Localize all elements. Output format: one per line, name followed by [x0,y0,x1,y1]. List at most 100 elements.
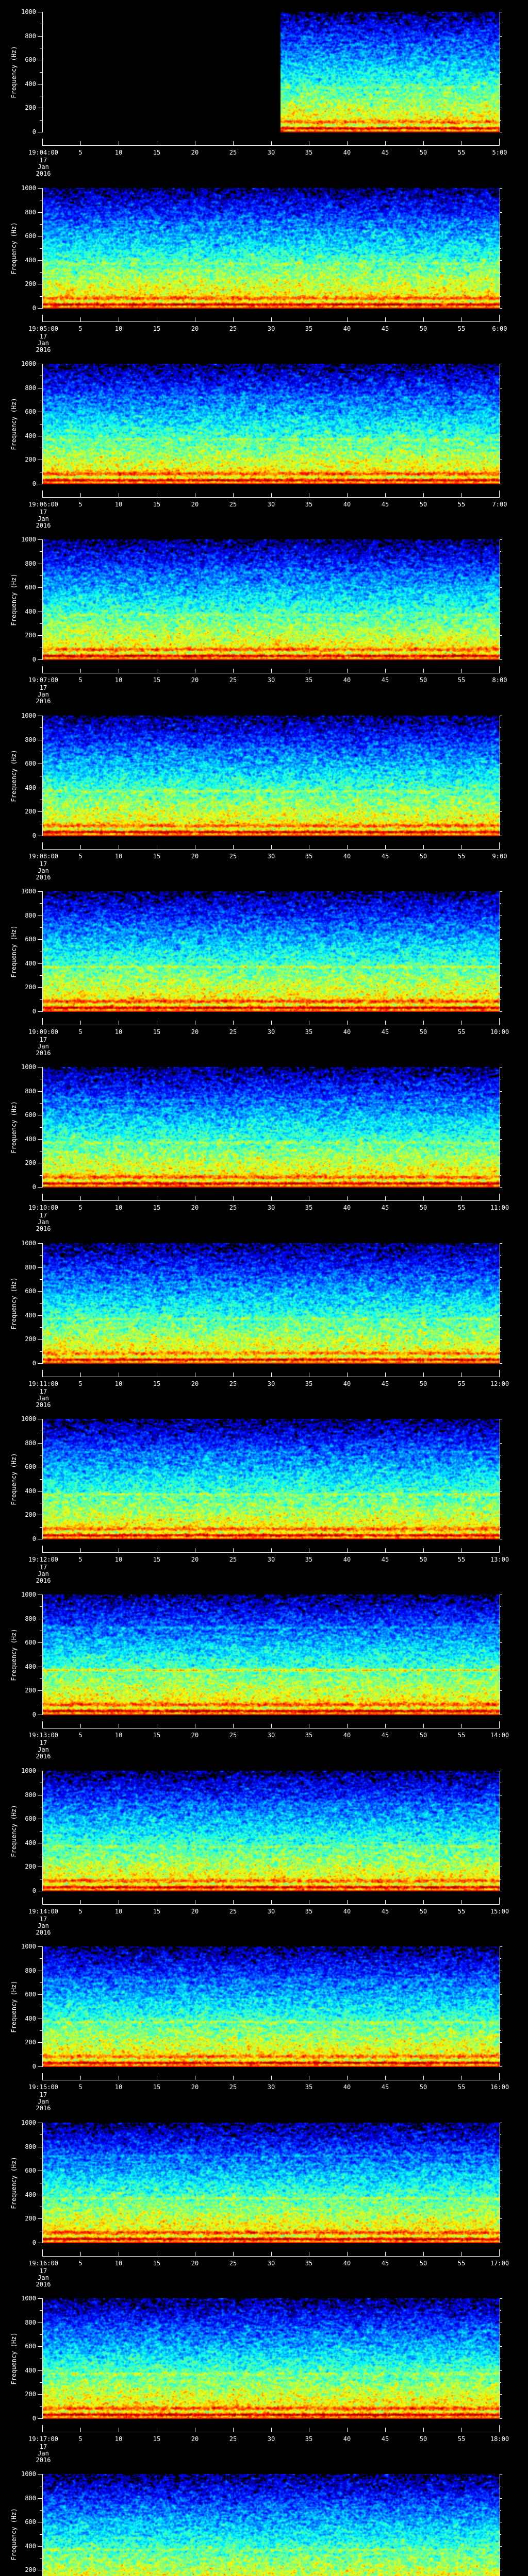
right-y-tick [500,2370,502,2371]
y-tick-label: 600 [0,57,36,63]
y-minor-tick [40,2406,42,2407]
right-y-tick [500,1443,502,1444]
y-tick [38,1011,42,1012]
y-tick-label: 200 [0,808,36,815]
x-tick-label: 30 [268,2084,275,2091]
spectrogram-heatmap-canvas [42,1946,500,2067]
x-tick-label: 30 [268,326,275,332]
y-tick [38,2498,42,2499]
y-minor-tick [40,903,42,904]
x-tick [347,1372,348,1377]
x-tick-label: 40 [343,2084,351,2091]
x-tick-label: 5 [78,2260,82,2267]
x-start-time-label: 19:17:00 [28,2436,58,2443]
right-y-tick [500,308,502,309]
x-axis-endcap [42,1897,43,1904]
right-y-tick [500,1243,502,1244]
spectrogram-heatmap-canvas [42,188,500,309]
x-axis-endcap [42,1370,43,1377]
x-tick-label: 25 [229,2084,237,2091]
right-y-minor-tick [500,2310,501,2311]
y-minor-tick [40,2534,42,2535]
x-tick-label: 25 [229,2436,237,2443]
x-tick-label: 25 [229,501,237,508]
x-tick-label: 20 [191,853,199,860]
x-tick-label: 15 [153,149,160,156]
y-tick-label: 600 [0,2343,36,2349]
x-tick [461,2076,462,2080]
right-y-minor-tick [500,1103,501,1104]
right-y-minor-tick [500,1127,501,1128]
x-axis-endcap [499,2073,500,2080]
x-axis-endcap [42,2425,43,2432]
x-tick [461,1724,462,1728]
y-tick-label: 400 [0,2367,36,2374]
date-line: 2016 [36,1402,51,1409]
y-tick-label: 200 [0,2215,36,2222]
x-axis-endcap [499,1546,500,1552]
x-tick-label: 40 [343,1556,351,1563]
y-tick [38,2298,42,2299]
y-tick-label: 800 [0,1968,36,1974]
spectrogram-panel: Frequency (Hz)02004006008001000510152025… [0,364,528,539]
y-axis-line [42,1067,43,1188]
right-y-tick [500,1291,502,1292]
x-tick [271,1196,272,1200]
x-tick-label: 50 [420,501,427,508]
x-axis-endcap [499,842,500,849]
x-tick [461,1372,462,1377]
x-tick [385,1021,386,1025]
y-tick-label: 800 [0,1616,36,1622]
x-tick-label: 20 [191,326,199,332]
x-end-time-label: 10:00 [490,1029,509,1036]
x-tick-label: 40 [343,853,351,860]
x-axis-endcap [42,1721,43,1728]
y-tick-label: 200 [0,1512,36,1518]
date-line: 2016 [36,2281,51,2288]
x-tick-label: 15 [153,326,160,332]
x-tick [423,2076,424,2080]
y-tick [38,2418,42,2419]
right-y-tick [500,2218,502,2219]
right-y-tick [500,2298,502,2299]
y-tick [38,963,42,964]
y-tick-label: 400 [0,257,36,263]
x-tick-label: 10 [115,1908,122,1915]
date-line: 2016 [36,2105,51,2112]
x-tick-label: 45 [382,1732,389,1739]
spectrogram-plot-area [42,2474,500,2576]
right-y-minor-tick [500,1831,501,1832]
x-end-time-label: 14:00 [490,1732,509,1739]
y-minor-tick [40,623,42,624]
x-tick-label: 40 [343,1908,351,1915]
x-tick-label: 25 [229,677,237,684]
y-tick-label: 800 [0,2144,36,2150]
y-tick-label: 600 [0,1464,36,1470]
x-tick [233,2076,234,2080]
x-tick [233,493,234,497]
x-tick-label: 25 [229,1029,237,1036]
right-y-tick [500,1315,502,1316]
x-tick-label: 30 [268,1732,275,1739]
x-tick [385,1548,386,1552]
right-y-minor-tick [500,424,501,425]
right-y-minor-tick [500,2134,501,2135]
x-tick [347,1548,348,1552]
y-tick-label: 0 [0,129,36,135]
spectrogram-plot-area [42,1595,500,1715]
y-tick [38,260,42,261]
right-y-minor-tick [500,999,501,1000]
right-y-tick [500,188,502,189]
x-tick-label: 30 [268,1205,275,1211]
x-tick-label: 35 [305,326,312,332]
x-tick-label: 50 [420,326,427,332]
spectrogram-figure: Frequency (Hz)02004006008001000510152025… [0,0,528,2576]
y-tick [38,1267,42,1268]
x-tick [347,2252,348,2256]
x-tick [233,1196,234,1200]
x-tick-label: 5 [78,149,82,156]
y-tick-label: 600 [0,1991,36,1997]
y-minor-tick [40,1255,42,1256]
right-y-tick [500,1690,502,1691]
x-tick [271,845,272,849]
